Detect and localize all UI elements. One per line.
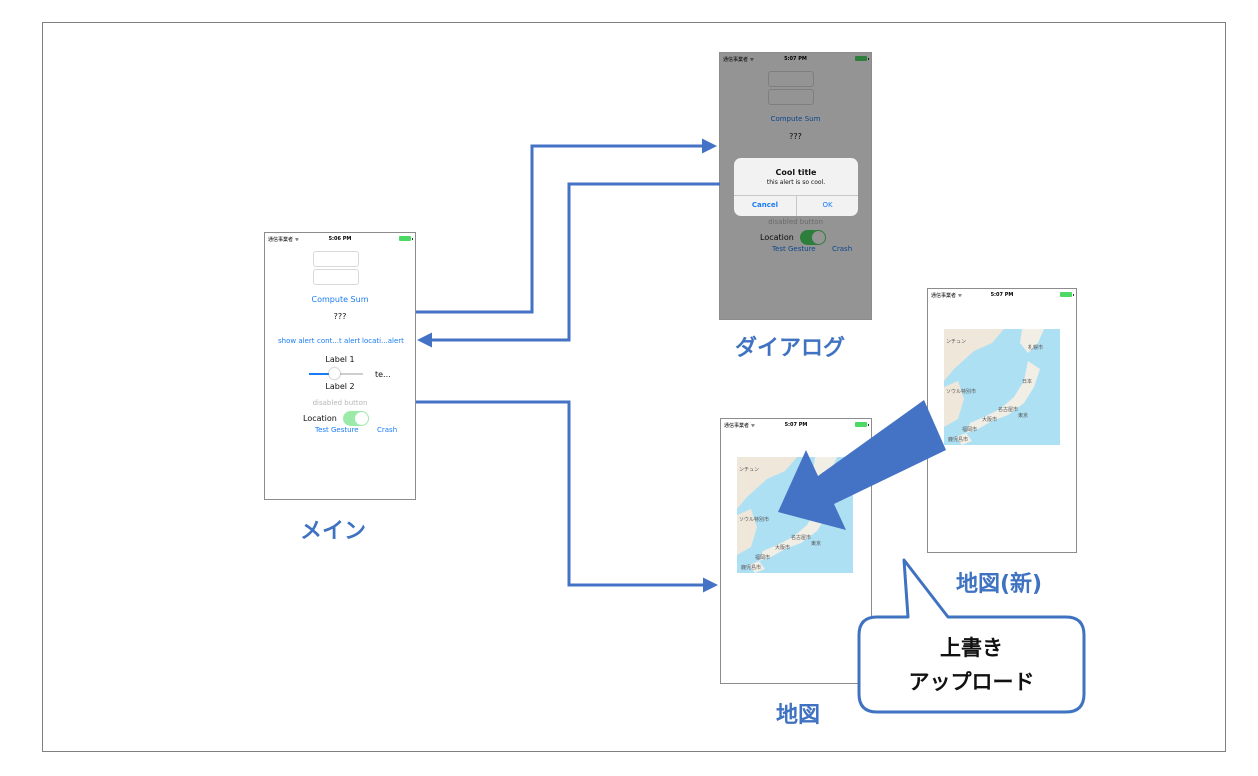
test-gesture-button[interactable]: Test Gesture <box>315 426 359 434</box>
battery-icon <box>1060 292 1074 297</box>
location-alert-button[interactable]: locati...alert <box>362 337 404 345</box>
map-label-city: 日本 <box>1022 378 1032 385</box>
callout-line-1: 上書き <box>940 636 1003 660</box>
alert-cancel-button[interactable]: Cancel <box>734 201 796 209</box>
map-view[interactable]: ンチュン 札幌市 ソウル特別市 日本 名古屋市 大阪市 東京 福岡市 鹿児島市 <box>737 457 853 573</box>
map-label-city: ソウル特別市 <box>946 388 976 395</box>
map-label-city: 日本 <box>815 506 825 513</box>
dialog-caption: ダイアログ <box>735 336 846 361</box>
map-caption: 地図 <box>776 703 821 728</box>
slider[interactable] <box>309 368 363 379</box>
battery-icon <box>399 236 413 241</box>
label-2: Label 2 <box>325 382 355 391</box>
slider-thumb[interactable] <box>329 368 340 379</box>
map-japan: ンチュン 札幌市 ソウル特別市 日本 名古屋市 大阪市 東京 福岡市 鹿児島市 <box>737 457 837 573</box>
map-label-city: 札幌市 <box>1028 344 1043 351</box>
status-bar: 通信事業者 ᯤ 5:06 PM <box>265 233 415 245</box>
disabled-button: disabled button <box>312 399 368 407</box>
status-time: 5:07 PM <box>990 292 1014 298</box>
contact-alert-button[interactable]: cont...t alert <box>317 337 360 345</box>
status-time: 5:06 PM <box>328 236 352 242</box>
number-input-1[interactable] <box>313 251 359 267</box>
map-new-caption: 地図(新) <box>956 572 1043 597</box>
map-label-city: ンチュン <box>739 467 759 473</box>
map-label-city: 名古屋市 <box>998 406 1018 413</box>
number-input-2[interactable] <box>313 269 359 285</box>
location-switch[interactable] <box>343 411 369 426</box>
label-1: Label 1 <box>325 355 355 364</box>
map-screen: 通信事業者 ᯤ 5:07 PM ンチュン 札幌市 ソウル特別市 日本 名古屋市 … <box>720 418 872 684</box>
map-label-city: 名古屋市 <box>791 534 811 541</box>
callout-text: 上書き アップロード <box>859 617 1084 712</box>
dialog-screen: 通信事業者 ᯤ 5:07 PM Compute Sum ??? disabled… <box>719 52 872 320</box>
alert-title: Cool title <box>775 168 817 177</box>
map-label-city: 大阪市 <box>775 544 790 551</box>
map-label-city: 東京 <box>811 540 821 547</box>
compute-sum-button[interactable]: Compute Sum <box>265 295 415 304</box>
map-label-city: 札幌市 <box>821 472 836 479</box>
map-label-city: ンチュン <box>946 339 966 345</box>
status-bar: 通信事業者 ᯤ 5:07 PM <box>928 289 1076 301</box>
map-label-city: 大阪市 <box>982 416 997 423</box>
main-screen: 通信事業者 ᯤ 5:06 PM Compute Sum ??? show ale… <box>264 232 416 500</box>
map-label-city: 福岡市 <box>755 554 770 561</box>
map-label-city: 鹿児島市 <box>948 436 968 443</box>
location-label: Location <box>303 414 337 423</box>
battery-icon <box>855 422 869 427</box>
show-alert-button[interactable]: show alert <box>278 337 314 345</box>
alert-dialog: Cool title this alert is so cool. Cancel… <box>734 158 858 216</box>
status-bar: 通信事業者 ᯤ 5:07 PM <box>721 419 871 431</box>
result-label: ??? <box>333 312 347 321</box>
status-time: 5:07 PM <box>784 422 808 428</box>
map-view[interactable]: ンチュン 札幌市 ソウル特別市 日本 名古屋市 大阪市 東京 福岡市 鹿児島市 <box>944 329 1060 445</box>
map-label-city: ソウル特別市 <box>739 516 769 523</box>
alert-message: this alert is so cool. <box>766 179 826 186</box>
map-label-city: 福岡市 <box>962 426 977 433</box>
map-japan: ンチュン 札幌市 ソウル特別市 日本 名古屋市 大阪市 東京 福岡市 鹿児島市 <box>944 329 1044 445</box>
map-new-screen: 通信事業者 ᯤ 5:07 PM ンチュン 札幌市 ソウル特別市 日本 名古屋市 … <box>927 288 1077 553</box>
map-label-city: 東京 <box>1018 412 1028 419</box>
map-label-city: 鹿児島市 <box>741 564 761 571</box>
slider-value-label: te... <box>375 370 391 379</box>
callout-line-2: アップロード <box>908 670 1035 694</box>
crash-button[interactable]: Crash <box>377 426 397 434</box>
main-caption: メイン <box>300 519 367 544</box>
alert-ok-button[interactable]: OK <box>797 201 858 209</box>
